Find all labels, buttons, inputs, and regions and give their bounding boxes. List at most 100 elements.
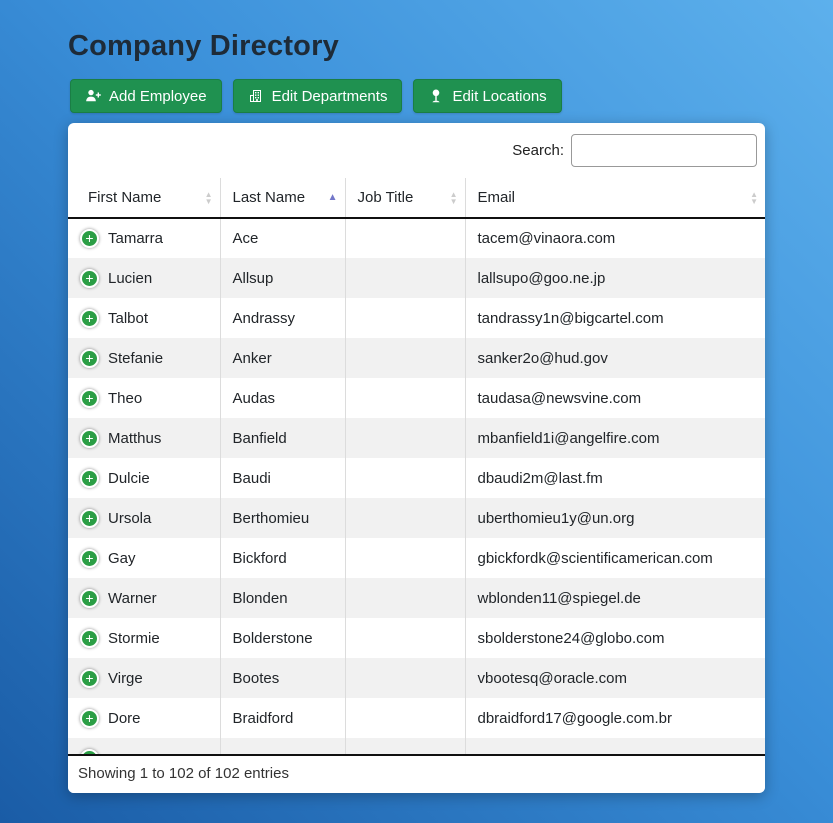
first-name-cell: Virge bbox=[108, 670, 143, 687]
job-title-cell bbox=[345, 218, 465, 258]
expand-row-button[interactable]: + bbox=[80, 549, 99, 568]
first-name-cell: Gay bbox=[108, 550, 136, 567]
last-name-cell: Blonden bbox=[220, 578, 345, 618]
sort-down-icon: ▼ bbox=[205, 198, 213, 205]
last-name-cell: Baudi bbox=[220, 458, 345, 498]
person-plus-icon bbox=[85, 88, 101, 104]
last-name-cell: Anker bbox=[220, 338, 345, 378]
last-name-cell: Audas bbox=[220, 378, 345, 418]
expand-row-button[interactable]: + bbox=[80, 429, 99, 448]
last-name-cell: Banfield bbox=[220, 418, 345, 458]
last-name-cell: Braidford bbox=[220, 698, 345, 738]
column-header-last-name[interactable]: Last Name ▲ bbox=[220, 178, 345, 218]
expand-row-button[interactable]: + bbox=[80, 669, 99, 688]
edit-locations-button[interactable]: Edit Locations bbox=[413, 79, 561, 113]
last-name-cell: Allsup bbox=[220, 258, 345, 298]
add-employee-button[interactable]: Add Employee bbox=[70, 79, 222, 113]
first-name-cell: Talbot bbox=[108, 310, 148, 327]
first-name-cell: Dulcie bbox=[108, 470, 150, 487]
last-name-cell: Bootes bbox=[220, 658, 345, 698]
expand-row-button[interactable]: + bbox=[80, 469, 99, 488]
add-employee-label: Add Employee bbox=[109, 88, 207, 105]
email-cell: dbaudi2m@last.fm bbox=[465, 458, 765, 498]
job-title-cell bbox=[345, 378, 465, 418]
job-title-cell bbox=[345, 538, 465, 578]
email-cell: lallsupo@goo.ne.jp bbox=[465, 258, 765, 298]
expand-row-button[interactable]: + bbox=[80, 589, 99, 608]
building-icon bbox=[248, 88, 264, 104]
first-name-cell: Warner bbox=[108, 590, 157, 607]
email-cell: sanker2o@hud.gov bbox=[465, 338, 765, 378]
column-header-email[interactable]: Email ▲▼ bbox=[465, 178, 765, 218]
email-cell: vbootesq@oracle.com bbox=[465, 658, 765, 698]
expand-row-button[interactable]: + bbox=[80, 629, 99, 648]
first-name-cell: Tamarra bbox=[108, 230, 163, 247]
expand-row-button[interactable]: + bbox=[80, 509, 99, 528]
table-row: + Virge Bootes vbootesq@oracle.com bbox=[68, 658, 765, 698]
email-cell bbox=[465, 738, 765, 754]
job-title-cell bbox=[345, 658, 465, 698]
table-row: + Gay Bickford gbickfordk@scientificamer… bbox=[68, 538, 765, 578]
email-cell: tacem@vinaora.com bbox=[465, 218, 765, 258]
job-title-cell bbox=[345, 578, 465, 618]
sort-down-icon: ▼ bbox=[750, 198, 758, 205]
search-input[interactable] bbox=[571, 134, 757, 167]
email-cell: taudasa@newsvine.com bbox=[465, 378, 765, 418]
column-header-first-name[interactable]: First Name ▲▼ bbox=[68, 178, 220, 218]
search-label: Search: bbox=[512, 142, 564, 159]
edit-departments-label: Edit Departments bbox=[272, 88, 388, 105]
table-header-row: First Name ▲▼ Last Name ▲ Job Title ▲▼ bbox=[68, 178, 765, 218]
expand-row-button[interactable]: + bbox=[80, 269, 99, 288]
last-name-cell: Andrassy bbox=[220, 298, 345, 338]
search-bar: Search: bbox=[68, 123, 765, 178]
column-header-job-title[interactable]: Job Title ▲▼ bbox=[345, 178, 465, 218]
edit-locations-label: Edit Locations bbox=[452, 88, 546, 105]
last-name-cell bbox=[220, 738, 345, 754]
job-title-cell bbox=[345, 338, 465, 378]
expand-row-button[interactable]: + bbox=[80, 749, 99, 755]
first-name-cell: Theo bbox=[108, 390, 142, 407]
sort-icons: ▲▼ bbox=[750, 191, 758, 205]
table-scroll-area[interactable]: First Name ▲▼ Last Name ▲ Job Title ▲▼ bbox=[68, 178, 765, 754]
email-cell: sbolderstone24@globo.com bbox=[465, 618, 765, 658]
expand-row-button[interactable]: + bbox=[80, 229, 99, 248]
job-title-cell bbox=[345, 458, 465, 498]
table-row: + bbox=[68, 738, 765, 754]
table-row: + Dulcie Baudi dbaudi2m@last.fm bbox=[68, 458, 765, 498]
first-name-cell: Matthus bbox=[108, 430, 161, 447]
geo-pin-icon bbox=[428, 88, 444, 104]
page: Company Directory Add Employee bbox=[0, 0, 833, 793]
employees-table: First Name ▲▼ Last Name ▲ Job Title ▲▼ bbox=[68, 178, 765, 754]
table-info: Showing 1 to 102 of 102 entries bbox=[68, 754, 765, 793]
expand-row-button[interactable]: + bbox=[80, 349, 99, 368]
last-name-cell: Berthomieu bbox=[220, 498, 345, 538]
job-title-cell bbox=[345, 258, 465, 298]
table-body: + Tamarra Ace tacem@vinaora.com + Lucien… bbox=[68, 218, 765, 754]
email-cell: tandrassy1n@bigcartel.com bbox=[465, 298, 765, 338]
sort-icons: ▲▼ bbox=[450, 191, 458, 205]
table-row: + Tamarra Ace tacem@vinaora.com bbox=[68, 218, 765, 258]
job-title-cell bbox=[345, 618, 465, 658]
email-cell: dbraidford17@google.com.br bbox=[465, 698, 765, 738]
first-name-cell: Dore bbox=[108, 710, 141, 727]
table-row: + Warner Blonden wblonden11@spiegel.de bbox=[68, 578, 765, 618]
expand-row-button[interactable]: + bbox=[80, 389, 99, 408]
table-row: + Matthus Banfield mbanfield1i@angelfire… bbox=[68, 418, 765, 458]
job-title-cell bbox=[345, 298, 465, 338]
email-cell: wblonden11@spiegel.de bbox=[465, 578, 765, 618]
job-title-cell bbox=[345, 498, 465, 538]
table-row: + Talbot Andrassy tandrassy1n@bigcartel.… bbox=[68, 298, 765, 338]
sort-icons: ▲▼ bbox=[205, 191, 213, 205]
directory-card: Search: First Name ▲▼ Last Name bbox=[68, 123, 765, 793]
expand-row-button[interactable]: + bbox=[80, 709, 99, 728]
expand-row-button[interactable]: + bbox=[80, 309, 99, 328]
first-name-cell: Lucien bbox=[108, 270, 152, 287]
email-cell: gbickfordk@scientificamerican.com bbox=[465, 538, 765, 578]
edit-departments-button[interactable]: Edit Departments bbox=[233, 79, 403, 113]
last-name-cell: Bolderstone bbox=[220, 618, 345, 658]
table-row: + Ursola Berthomieu uberthomieu1y@un.org bbox=[68, 498, 765, 538]
table-row: + Lucien Allsup lallsupo@goo.ne.jp bbox=[68, 258, 765, 298]
job-title-cell bbox=[345, 698, 465, 738]
table-row: + Theo Audas taudasa@newsvine.com bbox=[68, 378, 765, 418]
first-name-cell: Ursola bbox=[108, 510, 151, 527]
